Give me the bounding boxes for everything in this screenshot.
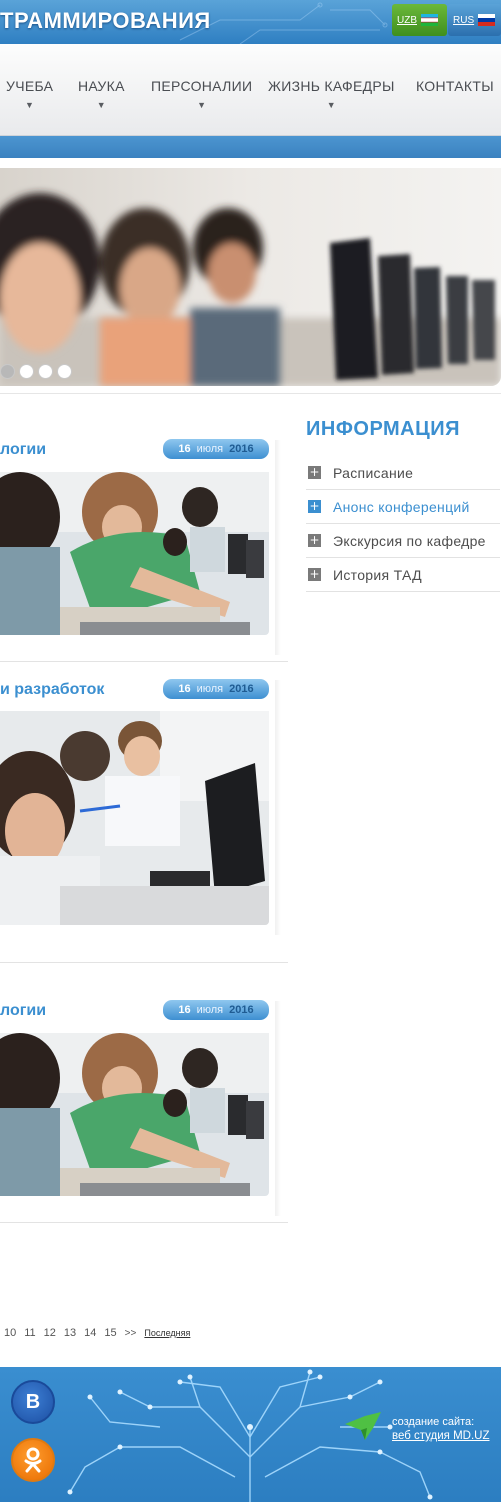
site-title: ТРАММИРОВАНИЯ [0,8,211,33]
plus-icon: + [308,533,321,547]
news-photo [0,472,269,635]
date-year: 2016 [229,683,254,695]
credit-label: создание сайта: [392,1416,475,1428]
sidebar-item-history[interactable]: + История ТАД [306,558,500,592]
main-nav: УЧЕБА ▼ НАУКА ▼ ПЕРСОНАЛИИ ▼ ЖИЗНЬ КАФЕД… [0,44,501,136]
sidebar-item-schedule[interactable]: + Расписание [306,456,500,490]
news-image[interactable] [0,472,269,635]
lang-ru-button[interactable]: RUS [448,4,501,36]
date-month: июля [196,683,224,695]
news-separator [0,1222,288,1223]
chevron-down-icon: ▼ [25,100,35,110]
date-month: июля [196,443,224,455]
chevron-down-icon: ▼ [326,100,336,110]
news-date-badge: 16 июля 2016 [163,679,269,699]
divider [0,393,501,394]
date-year: 2016 [229,1004,254,1016]
plus-icon: + [308,465,321,479]
news-shadow [275,1001,281,1216]
nav-item-label: ПЕРСОНАЛИИ [151,78,253,94]
vk-icon[interactable]: B [11,1380,55,1424]
nav-item-study[interactable]: УЧЕБА ▼ [6,78,53,110]
date-year: 2016 [229,443,254,455]
page-link[interactable]: 10 [4,1327,16,1339]
news-shadow [275,440,281,655]
nav-item-label: ЖИЗНЬ КАФЕДРЫ [268,78,395,94]
news-shadow [275,680,281,935]
nav-item-contacts[interactable]: КОНТАКТЫ [416,78,494,94]
nav-item-label: НАУКА [78,78,125,94]
pagination: 10 11 12 13 14 15 >> Последняя [4,1327,190,1339]
russia-flag-icon [478,14,496,26]
sidebar-item-conferences[interactable]: + Анонс конференций [306,490,500,524]
md-studio-logo[interactable] [343,1410,383,1442]
news-title[interactable]: и разработок [0,681,104,699]
site-credit: создание сайта: веб студия MD.UZ [392,1415,490,1443]
sidebar-item-label: Расписание [333,464,414,481]
sidebar-item-label: Анонс конференций [333,498,470,515]
lang-uz-label: UZB [397,14,417,26]
slider-dots [0,364,72,379]
news-photo [0,1033,269,1196]
slider-dot[interactable] [57,364,72,379]
nav-item-science[interactable]: НАУКА ▼ [78,78,125,110]
sidebar-heading: ИНФОРМАЦИЯ [306,418,460,440]
plus-icon: + [308,567,321,581]
slider-dot[interactable] [0,364,15,379]
news-title[interactable]: логии [0,1002,46,1020]
news-title[interactable]: логии [0,441,46,459]
sidebar-item-label: История ТАД [333,566,422,583]
date-month: июля [196,1004,224,1016]
news-date-badge: 16 июля 2016 [163,439,269,459]
news-separator [0,962,288,963]
news-image[interactable] [0,1033,269,1196]
vk-letter: B [25,1390,41,1413]
slider-dot[interactable] [38,364,53,379]
page-link[interactable]: 13 [64,1327,76,1339]
plus-icon: + [308,499,321,513]
nav-bottom-strip [0,136,501,158]
next-page-link[interactable]: >> [125,1328,137,1339]
sidebar-item-tour[interactable]: + Экскурсия по кафедре [306,524,500,558]
nav-item-department-life[interactable]: ЖИЗНЬ КАФЕДРЫ ▼ [268,78,395,110]
nav-item-label: УЧЕБА [6,78,54,94]
news-image[interactable] [0,711,269,925]
date-day: 16 [178,683,191,695]
slider-dot[interactable] [19,364,34,379]
news-photo [0,711,269,925]
odnoklassniki-icon[interactable] [11,1438,55,1482]
lang-uz-button[interactable]: UZB [392,4,447,36]
image-slider[interactable] [0,168,501,386]
chevron-down-icon: ▼ [197,100,207,110]
page-link[interactable]: 12 [44,1327,56,1339]
credit-link[interactable]: веб студия MD.UZ [392,1429,490,1443]
lang-ru-label: RUS [453,14,475,26]
date-day: 16 [178,443,191,455]
last-page-link[interactable]: Последняя [144,1328,190,1338]
slider-photo [0,168,501,386]
sidebar-item-label: Экскурсия по кафедре [333,532,486,549]
footer: B создание сайта: веб студия MD.UZ [0,1367,501,1502]
page-link[interactable]: 15 [104,1327,116,1339]
nav-item-label: КОНТАКТЫ [416,78,494,94]
header-bar: ТРАММИРОВАНИЯ UZB RUS [0,0,501,44]
page-link[interactable]: 14 [84,1327,96,1339]
odnoklassniki-glyph [24,1447,42,1473]
uzbekistan-flag-icon [421,14,438,26]
chevron-down-icon: ▼ [96,100,106,110]
news-date-badge: 16 июля 2016 [163,1000,269,1020]
news-separator [0,661,288,662]
page: ТРАММИРОВАНИЯ UZB RUS УЧЕБА ▼ НАУКА ▼ ПЕ… [0,0,501,1502]
page-link[interactable]: 11 [24,1327,35,1339]
nav-item-personalities[interactable]: ПЕРСОНАЛИИ ▼ [151,78,252,110]
date-day: 16 [178,1004,191,1016]
